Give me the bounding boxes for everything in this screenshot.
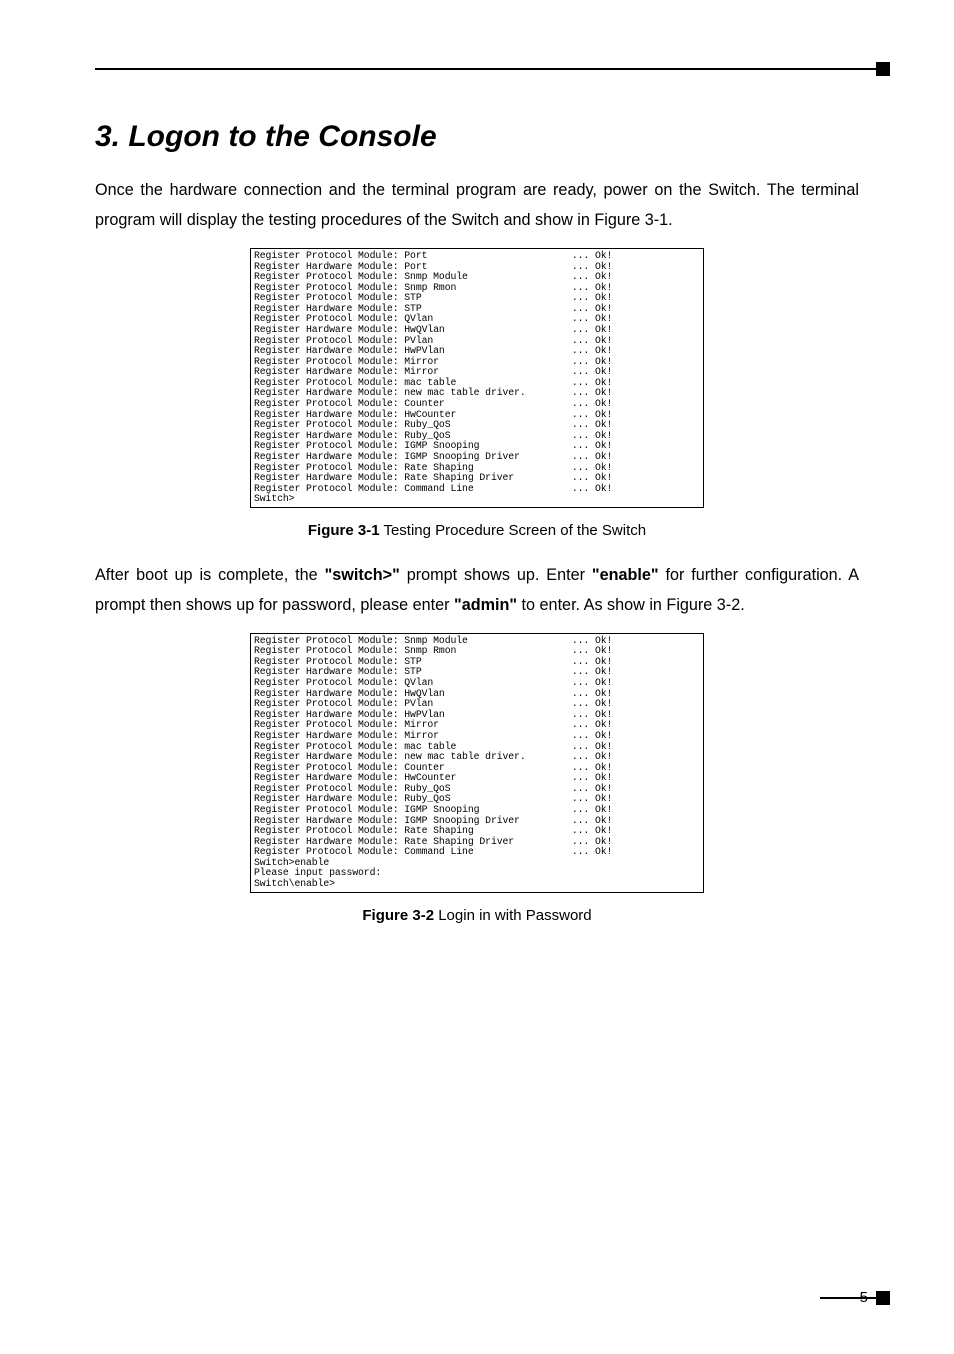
p2-bold-switch: "switch>" [325,566,400,584]
figure-text: Login in with Password [434,907,592,924]
page-footer: 5 [860,1289,890,1306]
p2-text-c: prompt shows up. Enter [400,566,592,584]
footer-accent-block [876,1291,890,1305]
figure-caption-1: Figure 3-1 Testing Procedure Screen of t… [95,522,859,539]
section-heading: 3. Logon to the Console [95,120,859,154]
p2-text-a: After boot up is complete, the [95,566,325,584]
figure-label: Figure 3-2 [362,907,434,924]
figure-label: Figure 3-1 [308,522,380,539]
p2-text-g: to enter. As show in Figure 3-2. [517,596,745,614]
terminal-output-1: Register Protocol Module: Port ... Ok! R… [250,248,704,508]
p2-bold-admin: "admin" [454,596,517,614]
intro-paragraph-1: Once the hardware connection and the ter… [95,176,859,236]
terminal-output-2: Register Protocol Module: Snmp Module ..… [250,633,704,893]
header-accent-line [95,68,876,70]
figure-text: Testing Procedure Screen of the Switch [380,522,647,539]
header-accent-block [876,62,890,76]
p2-bold-enable: "enable" [592,566,659,584]
intro-paragraph-2: After boot up is complete, the "switch>"… [95,561,859,621]
figure-caption-2: Figure 3-2 Login in with Password [95,907,859,924]
